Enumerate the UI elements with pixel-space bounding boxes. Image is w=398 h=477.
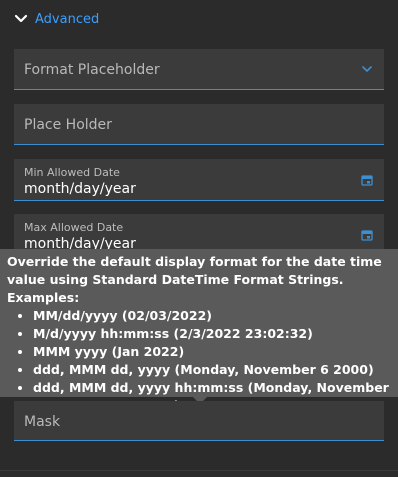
section-title: Advanced: [35, 11, 100, 27]
format-placeholder-select[interactable]: Format Placeholder: [14, 49, 384, 90]
min-allowed-date-label: Min Allowed Date: [24, 166, 120, 179]
chevron-down-icon: [14, 14, 28, 23]
min-allowed-date-value: month/day/year: [24, 181, 136, 197]
calendar-icon[interactable]: [360, 173, 374, 187]
place-holder-label: Place Holder: [24, 117, 112, 133]
chevron-down-icon: [362, 66, 372, 72]
divider: [0, 470, 398, 471]
mask-input[interactable]: Mask: [14, 401, 384, 441]
mask-label: Mask: [24, 414, 61, 430]
place-holder-input[interactable]: Place Holder: [14, 104, 384, 145]
tooltip-example: MM/dd/yyyy (02/03/2022): [33, 307, 391, 325]
format-placeholder-label: Format Placeholder: [24, 62, 160, 78]
calendar-icon[interactable]: [360, 228, 374, 242]
tooltip-example: ddd, MMM dd, yyyy (Monday, November 6 20…: [33, 361, 391, 379]
min-allowed-date-field[interactable]: Min Allowed Date month/day/year: [14, 159, 384, 201]
max-allowed-date-label: Max Allowed Date: [24, 221, 124, 234]
format-tooltip: Override the default display format for …: [0, 249, 398, 413]
advanced-section-toggle[interactable]: Advanced: [14, 9, 99, 29]
tooltip-example: MMM yyyy (Jan 2022): [33, 343, 391, 361]
tooltip-example: M/d/yyyy hh:mm:ss (2/3/2022 23:02:32): [33, 325, 391, 343]
tooltip-intro: Override the default display format for …: [7, 254, 382, 305]
